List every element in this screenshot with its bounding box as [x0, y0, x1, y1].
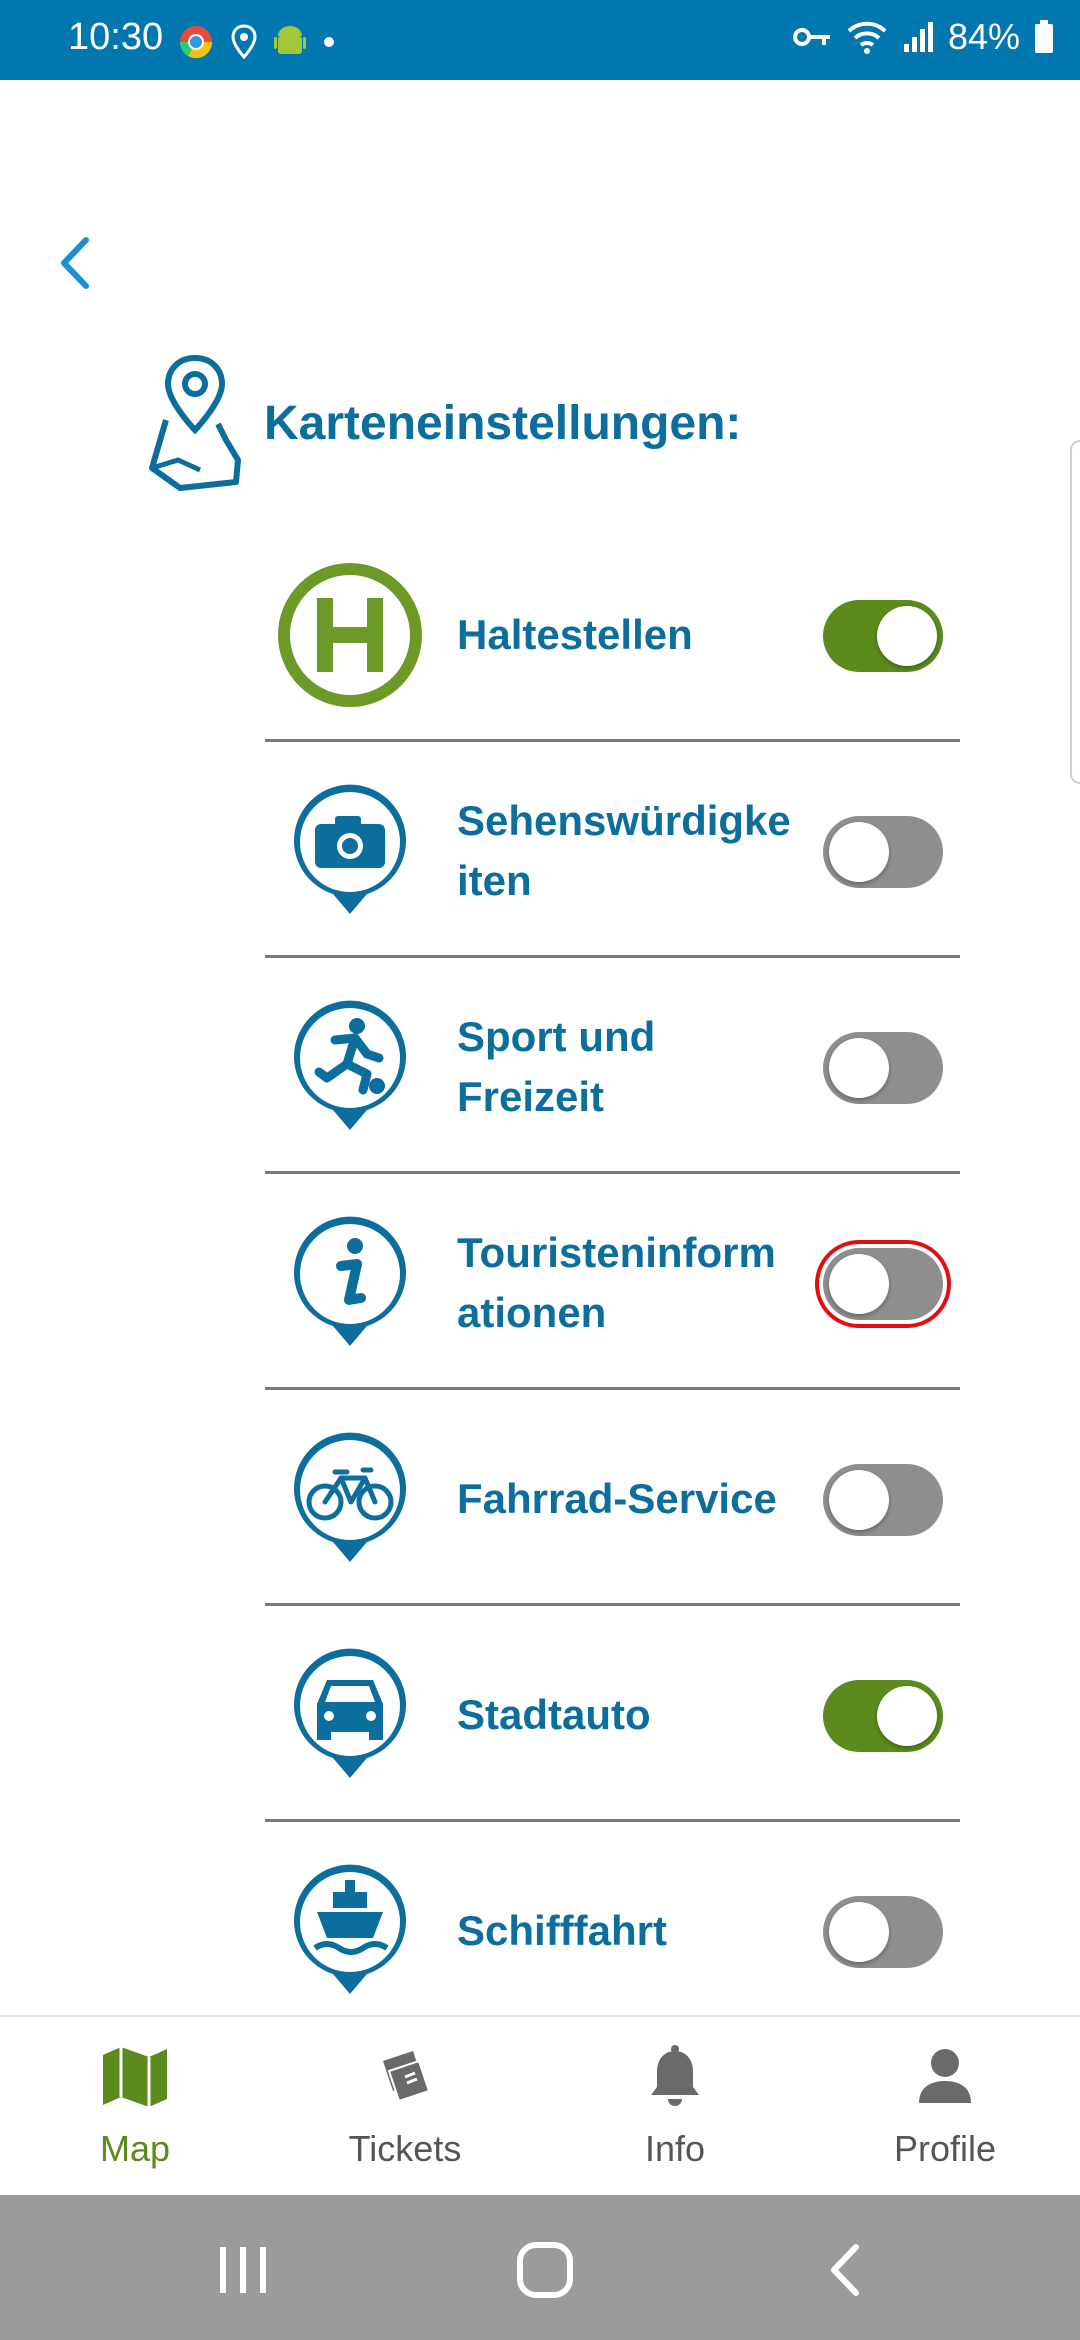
toggle-stadtauto[interactable]: [823, 1680, 943, 1752]
setting-row-sehenswuerdigkeiten: Sehenswürdigke iten: [265, 776, 960, 991]
setting-row-sport-und-freizeit: Sport und Freizeit: [265, 992, 960, 1207]
bus-stop-icon: [278, 563, 422, 707]
nav-tickets-label: Tickets: [348, 2128, 462, 2169]
chrome-icon: [179, 26, 213, 59]
toggle-schifffahrt[interactable]: [823, 1896, 943, 1968]
divider: [265, 955, 960, 958]
vpn-key-icon: [792, 28, 830, 46]
nav-tickets[interactable]: Tickets: [305, 2037, 505, 2170]
nav-info-label: Info: [644, 2128, 706, 2169]
recent-apps-icon[interactable]: [208, 2235, 278, 2305]
setting-label: Sport und Freizeit: [457, 1013, 656, 1120]
nav-profile-label: Profile: [893, 2128, 997, 2169]
back-button[interactable]: [50, 228, 110, 298]
divider: [265, 1603, 960, 1606]
scroll-indicator[interactable]: [1070, 440, 1080, 784]
page-title: Karteneinstellungen:: [264, 397, 742, 450]
toggle-fahrrad-service[interactable]: [823, 1464, 943, 1536]
system-nav-bar: [0, 2195, 1080, 2340]
divider: [265, 1819, 960, 1822]
toggle-sport-und-freizeit[interactable]: [823, 1032, 943, 1104]
divider: [265, 1171, 960, 1174]
setting-row-touristeninformationen: Touristeninform ationen: [265, 1208, 960, 1423]
football-icon: [294, 1000, 406, 1130]
divider: [265, 1387, 960, 1390]
setting-row-stadtauto: Stadtauto: [265, 1640, 960, 1855]
divider: [265, 739, 960, 742]
nav-map[interactable]: Map: [35, 2037, 235, 2170]
home-icon[interactable]: [510, 2235, 580, 2305]
setting-row-fahrrad-service: Fahrrad-Service: [265, 1424, 960, 1639]
info-icon: [294, 1216, 406, 1346]
nav-info[interactable]: Info: [575, 2037, 775, 2170]
battery-level: 84%: [947, 16, 1020, 57]
car-icon: [294, 1648, 406, 1778]
system-back-icon[interactable]: [812, 2235, 882, 2305]
setting-label: Fahrrad-Service: [457, 1475, 777, 1522]
status-bar: 10:30 84%: [0, 0, 1080, 80]
battery-icon: [1035, 20, 1053, 53]
bottom-navigation: Map Tickets Info Profile: [0, 2015, 1080, 2197]
dot-icon: [324, 37, 334, 47]
camera-icon: [294, 784, 406, 914]
location-icon: [231, 24, 257, 60]
setting-label: Schifffahrt: [457, 1907, 667, 1954]
toggle-sehenswuerdigkeiten[interactable]: [823, 816, 943, 888]
bell-icon: [651, 2045, 699, 2106]
setting-label: Touristeninform ationen: [457, 1229, 776, 1336]
ship-icon: [294, 1864, 406, 1994]
wifi-icon: [847, 21, 887, 54]
android-icon: [274, 26, 306, 54]
toggle-haltestellen[interactable]: [823, 600, 943, 672]
map-icon: [103, 2047, 167, 2107]
nav-profile[interactable]: Profile: [845, 2037, 1045, 2170]
map-location-icon: [149, 354, 241, 491]
setting-label: Stadtauto: [457, 1691, 651, 1738]
setting-label: Sehenswürdigke iten: [457, 797, 791, 904]
nav-map-label: Map: [99, 2128, 171, 2169]
bicycle-icon: [294, 1432, 406, 1562]
setting-label: Haltestellen: [457, 611, 693, 658]
status-time: 10:30: [68, 16, 164, 58]
signal-icon: [903, 22, 933, 52]
person-icon: [919, 2049, 971, 2103]
setting-row-haltestellen: Haltestellen: [265, 560, 960, 775]
tickets-icon: [383, 2051, 431, 2103]
toggle-touristeninformationen[interactable]: [815, 1240, 951, 1328]
